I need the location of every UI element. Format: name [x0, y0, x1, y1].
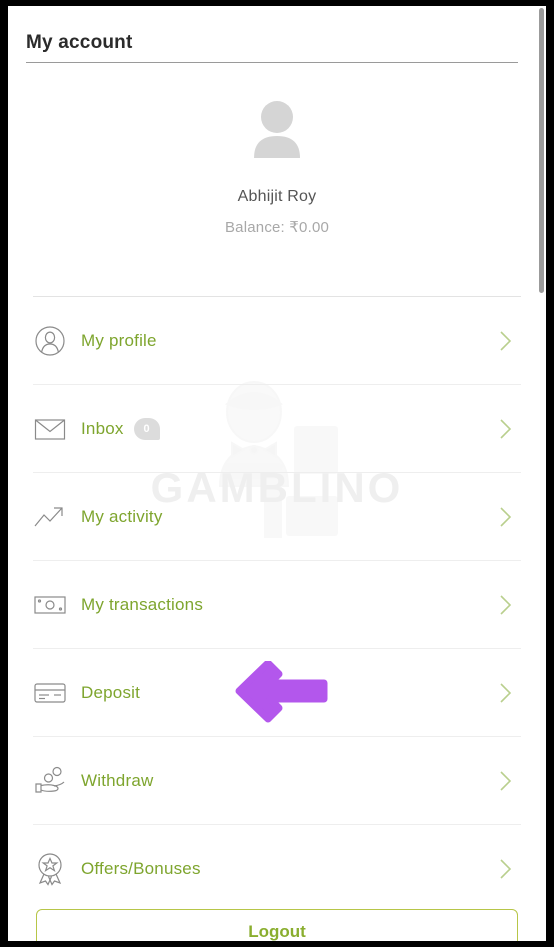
- profile-summary: Abhijit Roy Balance: ₹0.00: [8, 64, 546, 236]
- menu-item-offers-bonuses[interactable]: Offers/Bonuses: [33, 824, 521, 912]
- inbox-unread-badge: 0: [133, 417, 160, 440]
- hand-coins-icon: [33, 761, 81, 801]
- chevron-right-icon[interactable]: [495, 590, 517, 620]
- page-header: My account: [8, 6, 546, 64]
- trend-up-icon: [33, 497, 81, 537]
- chevron-right-icon[interactable]: [495, 326, 517, 356]
- browser-window: GAMBLINO My account Abhijit Roy Balance:…: [0, 0, 554, 947]
- avatar-user-silhouette-icon: [254, 101, 300, 158]
- menu-item-label: Withdraw: [81, 770, 154, 790]
- chevron-right-icon[interactable]: [495, 414, 517, 444]
- menu-item-label: Inbox: [81, 418, 124, 438]
- menu-item-my-profile[interactable]: My profile: [33, 296, 521, 384]
- menu-item-label: Offers/Bonuses: [81, 858, 201, 878]
- credit-card-icon: [33, 673, 81, 713]
- menu-item-my-activity[interactable]: My activity: [33, 472, 521, 560]
- header-divider: [26, 62, 518, 63]
- chevron-right-icon[interactable]: [495, 678, 517, 708]
- menu-item-deposit[interactable]: Deposit: [33, 648, 521, 736]
- balance-amount: Balance: ₹0.00: [224, 219, 330, 236]
- user-name: Abhijit Roy: [237, 188, 317, 205]
- menu-item-label: Deposit: [81, 682, 141, 702]
- logout-button[interactable]: Logout: [36, 909, 518, 941]
- page-title: My account: [26, 32, 133, 53]
- chevron-right-icon[interactable]: [495, 502, 517, 532]
- menu-item-inbox[interactable]: Inbox 0: [33, 384, 521, 472]
- account-page: GAMBLINO My account Abhijit Roy Balance:…: [8, 6, 546, 941]
- menu-item-my-transactions[interactable]: My transactions: [33, 560, 521, 648]
- vertical-scrollbar-thumb[interactable]: [539, 8, 544, 293]
- banknote-icon: [33, 585, 81, 625]
- chevron-right-icon[interactable]: [495, 854, 517, 884]
- chevron-right-icon[interactable]: [495, 766, 517, 796]
- menu-item-label: My activity: [81, 506, 163, 526]
- menu-item-label: My transactions: [81, 594, 204, 614]
- envelope-icon: [33, 409, 81, 449]
- account-menu: My profile Inbox 0 My activity My transa…: [8, 296, 546, 912]
- menu-item-withdraw[interactable]: Withdraw: [33, 736, 521, 824]
- menu-item-label: My profile: [81, 330, 157, 350]
- award-ribbon-icon: [33, 849, 81, 889]
- user-circle-icon: [33, 321, 81, 361]
